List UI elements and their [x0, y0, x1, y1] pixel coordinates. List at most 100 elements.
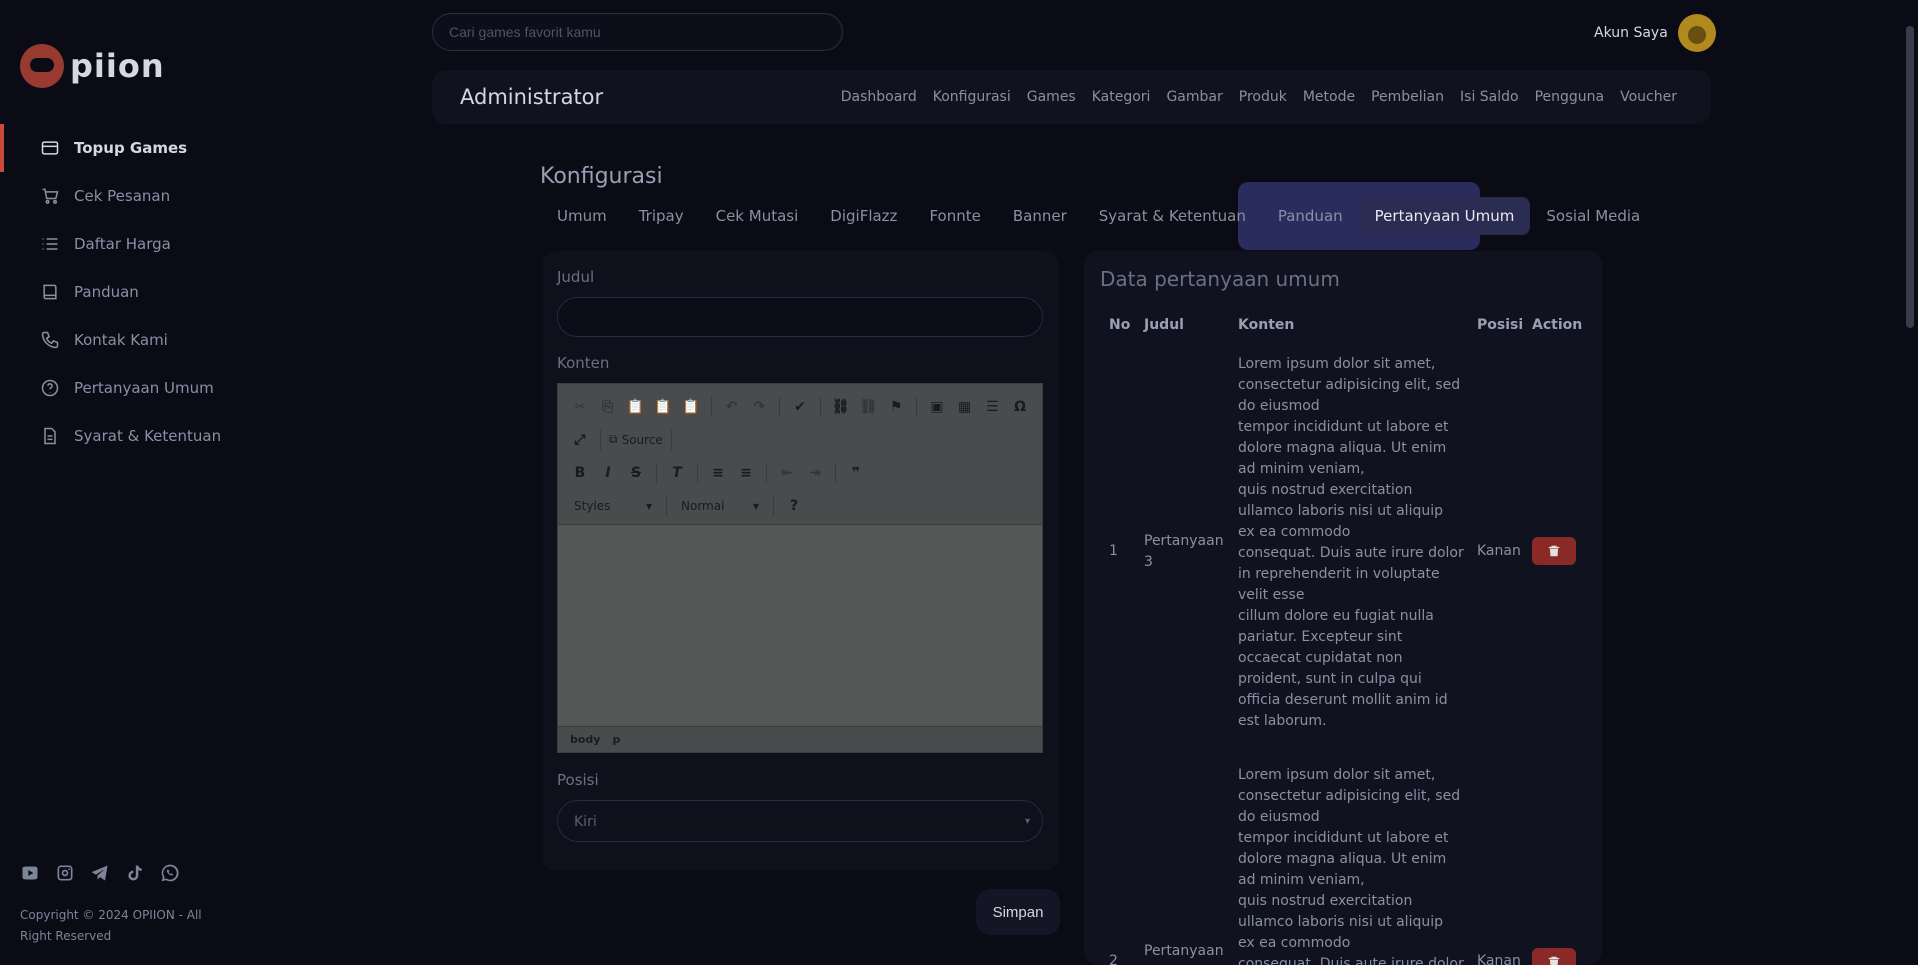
whatsapp-icon[interactable]	[160, 863, 180, 883]
judul-input[interactable]	[557, 297, 1043, 337]
brand-name: piion	[70, 47, 165, 85]
admin-nav-gambar[interactable]: Gambar	[1166, 89, 1222, 105]
question-icon	[41, 379, 59, 397]
admin-nav-produk[interactable]: Produk	[1239, 89, 1287, 105]
cell-konten: Lorem ipsum dolor sit amet, consectetur …	[1238, 356, 1464, 729]
brand-logo[interactable]: piion	[20, 44, 165, 88]
paste-text-icon[interactable]: 📋	[651, 395, 675, 419]
account-menu[interactable]: Akun Saya	[1594, 14, 1716, 52]
admin-nav-pembelian[interactable]: Pembelian	[1371, 89, 1444, 105]
special-char-icon[interactable]: Ω	[1008, 395, 1032, 419]
editor-path-bar: body p	[558, 726, 1042, 752]
bold-icon[interactable]: B	[568, 461, 592, 485]
cell-no: 2	[1109, 953, 1118, 965]
delete-button[interactable]	[1532, 537, 1576, 565]
bulleted-list-icon[interactable]: ≡	[734, 461, 758, 485]
editor-content-area[interactable]	[558, 525, 1042, 725]
active-indicator	[0, 124, 4, 172]
source-button[interactable]: ⧉ Source	[609, 432, 663, 447]
toolbar-divider	[666, 495, 667, 516]
italic-icon[interactable]: I	[596, 461, 620, 485]
data-title: Data pertanyaan umum	[1100, 267, 1340, 291]
spellcheck-icon[interactable]: ✔	[788, 395, 812, 419]
search-input[interactable]	[432, 13, 843, 51]
link-icon[interactable]: ⛓	[829, 395, 853, 419]
youtube-icon[interactable]	[20, 863, 40, 883]
sidebar-item-label: Pertanyaan Umum	[74, 379, 214, 397]
sidebar-item-label: Syarat & Ketentuan	[74, 427, 222, 445]
horizontal-rule-icon[interactable]: ☰	[980, 395, 1004, 419]
strikethrough-icon[interactable]: S	[624, 461, 648, 485]
cell-judul: Pertanyaan	[1144, 943, 1224, 959]
sidebar: piion Topup Games Cek Pesanan Daftar Har…	[0, 0, 420, 965]
caret-down-icon: ▾	[752, 498, 759, 513]
styles-label: Styles	[574, 498, 611, 513]
sidebar-item-topup-games[interactable]: Topup Games	[40, 124, 221, 172]
outdent-icon[interactable]: ⇤	[775, 461, 799, 485]
remove-format-icon[interactable]: T	[665, 461, 689, 485]
tab-sosial-media[interactable]: Sosial Media	[1530, 197, 1656, 235]
blockquote-icon[interactable]: ❞	[844, 461, 868, 485]
sidebar-item-kontak-kami[interactable]: Kontak Kami	[40, 316, 221, 364]
tab-pertanyaan-umum[interactable]: Pertanyaan Umum	[1358, 197, 1531, 235]
path-body[interactable]: body	[570, 733, 600, 746]
sidebar-item-pertanyaan-umum[interactable]: Pertanyaan Umum	[40, 364, 221, 412]
toolbar-divider	[670, 429, 672, 450]
image-icon[interactable]: ▣	[925, 395, 949, 419]
undo-icon[interactable]: ↶	[720, 395, 744, 419]
tab-banner[interactable]: Banner	[997, 197, 1083, 235]
sidebar-item-label: Cek Pesanan	[74, 187, 171, 205]
path-p[interactable]: p	[612, 733, 620, 746]
anchor-flag-icon[interactable]: ⚑	[884, 395, 908, 419]
copyright-text: Copyright © 2024 OPIION - All Right Rese…	[20, 908, 202, 943]
paste-word-icon[interactable]: 📋	[679, 395, 703, 419]
admin-nav-isi-saldo[interactable]: Isi Saldo	[1460, 89, 1519, 105]
column-header-judul: Judul	[1144, 317, 1184, 333]
card-icon	[41, 141, 59, 155]
table-icon[interactable]: ▦	[953, 395, 977, 419]
unlink-icon[interactable]: ⛓	[857, 395, 881, 419]
format-dropdown[interactable]: Normal ▾	[675, 499, 765, 513]
admin-nav-metode[interactable]: Metode	[1303, 89, 1355, 105]
help-icon[interactable]: ?	[782, 494, 806, 518]
sidebar-item-daftar-harga[interactable]: Daftar Harga	[40, 220, 221, 268]
numbered-list-icon[interactable]: ≡	[706, 461, 730, 485]
admin-nav-pengguna[interactable]: Pengguna	[1535, 89, 1605, 105]
admin-nav-kategori[interactable]: Kategori	[1092, 89, 1151, 105]
redo-icon[interactable]: ↷	[747, 395, 771, 419]
admin-nav-games[interactable]: Games	[1027, 89, 1076, 105]
tab-panduan[interactable]: Panduan	[1262, 197, 1359, 235]
maximize-icon[interactable]: ⤢	[568, 428, 592, 452]
paste-icon[interactable]: 📋	[623, 395, 647, 419]
tab-cek-mutasi[interactable]: Cek Mutasi	[700, 197, 815, 235]
cut-icon[interactable]: ✂	[568, 395, 592, 419]
gamepad-logo-icon	[20, 44, 64, 88]
column-header-posisi: Posisi	[1477, 317, 1524, 333]
instagram-icon[interactable]	[55, 863, 75, 883]
tiktok-icon[interactable]	[125, 863, 145, 883]
admin-nav-voucher[interactable]: Voucher	[1620, 89, 1677, 105]
sidebar-item-panduan[interactable]: Panduan	[40, 268, 221, 316]
page-scrollbar[interactable]	[1906, 26, 1914, 328]
judul-label: Judul	[557, 268, 595, 286]
tab-digiflazz[interactable]: DigiFlazz	[814, 197, 913, 235]
indent-icon[interactable]: ⇥	[803, 461, 827, 485]
posisi-select[interactable]: Kiri ▾	[557, 800, 1043, 842]
sidebar-item-cek-pesanan[interactable]: Cek Pesanan	[40, 172, 221, 220]
column-header-action: Action	[1532, 317, 1583, 333]
tab-syarat-ketentuan[interactable]: Syarat & Ketentuan	[1083, 197, 1262, 235]
telegram-icon[interactable]	[90, 863, 110, 883]
copy-icon[interactable]: ⎘	[596, 395, 620, 419]
caret-down-icon: ▾	[645, 498, 652, 513]
tab-fonnte[interactable]: Fonnte	[913, 197, 996, 235]
delete-button[interactable]	[1532, 948, 1576, 965]
tab-tripay[interactable]: Tripay	[623, 197, 700, 235]
sidebar-item-syarat-ketentuan[interactable]: Syarat & Ketentuan	[40, 412, 221, 460]
admin-nav-konfigurasi[interactable]: Konfigurasi	[933, 89, 1011, 105]
save-button[interactable]: Simpan	[976, 889, 1060, 935]
column-header-konten: Konten	[1238, 317, 1295, 333]
konten-label: Konten	[557, 354, 610, 372]
tab-umum[interactable]: Umum	[541, 197, 623, 235]
admin-nav-dashboard[interactable]: Dashboard	[841, 89, 917, 105]
styles-dropdown[interactable]: Styles ▾	[568, 499, 658, 513]
